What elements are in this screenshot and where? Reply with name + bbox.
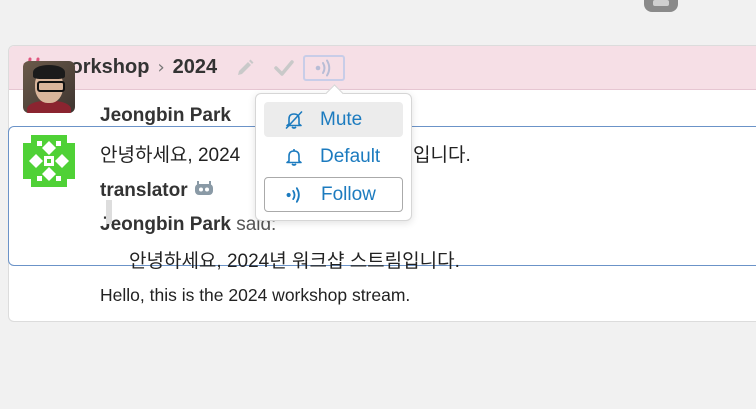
topic-name[interactable]: 2024: [173, 56, 218, 79]
quoted-sender[interactable]: Jeongbin Park: [100, 214, 231, 235]
check-icon[interactable]: [273, 58, 295, 78]
message-content: Hello, this is the 2024 workshop stream.: [100, 285, 411, 305]
default-option[interactable]: Default: [264, 139, 403, 174]
quoted-text: 안녕하세요, 2024년 워크샵 스트림입니다.: [129, 251, 460, 272]
avatar[interactable]: [23, 61, 75, 113]
visibility-policy-button[interactable]: [303, 54, 346, 81]
follow-option[interactable]: Follow: [264, 177, 403, 212]
follow-icon: [285, 185, 305, 205]
quote-bar: [106, 200, 112, 224]
bell-icon: [284, 147, 304, 167]
mute-option[interactable]: Mute: [264, 102, 403, 137]
top-avatar[interactable]: [644, 0, 678, 12]
visibility-policy-popover: Mute Default Follow: [255, 93, 412, 221]
follow-icon: [315, 59, 331, 76]
default-label: Default: [320, 145, 381, 167]
sender-name[interactable]: translator: [100, 180, 188, 201]
bell-slash-icon: [284, 110, 304, 130]
bot-icon: [194, 180, 214, 202]
avatar[interactable]: [23, 135, 75, 187]
follow-label: Follow: [321, 183, 376, 205]
quote-header: Jeongbin Park said:: [100, 214, 276, 236]
message-sender[interactable]: Jeongbin Park: [100, 105, 231, 127]
topic-header: workshop › 2024: [9, 46, 756, 90]
mute-label: Mute: [320, 108, 363, 130]
message-sender[interactable]: translator: [100, 180, 214, 202]
chevron-right-icon: ›: [157, 57, 165, 78]
pencil-icon[interactable]: [235, 58, 255, 78]
